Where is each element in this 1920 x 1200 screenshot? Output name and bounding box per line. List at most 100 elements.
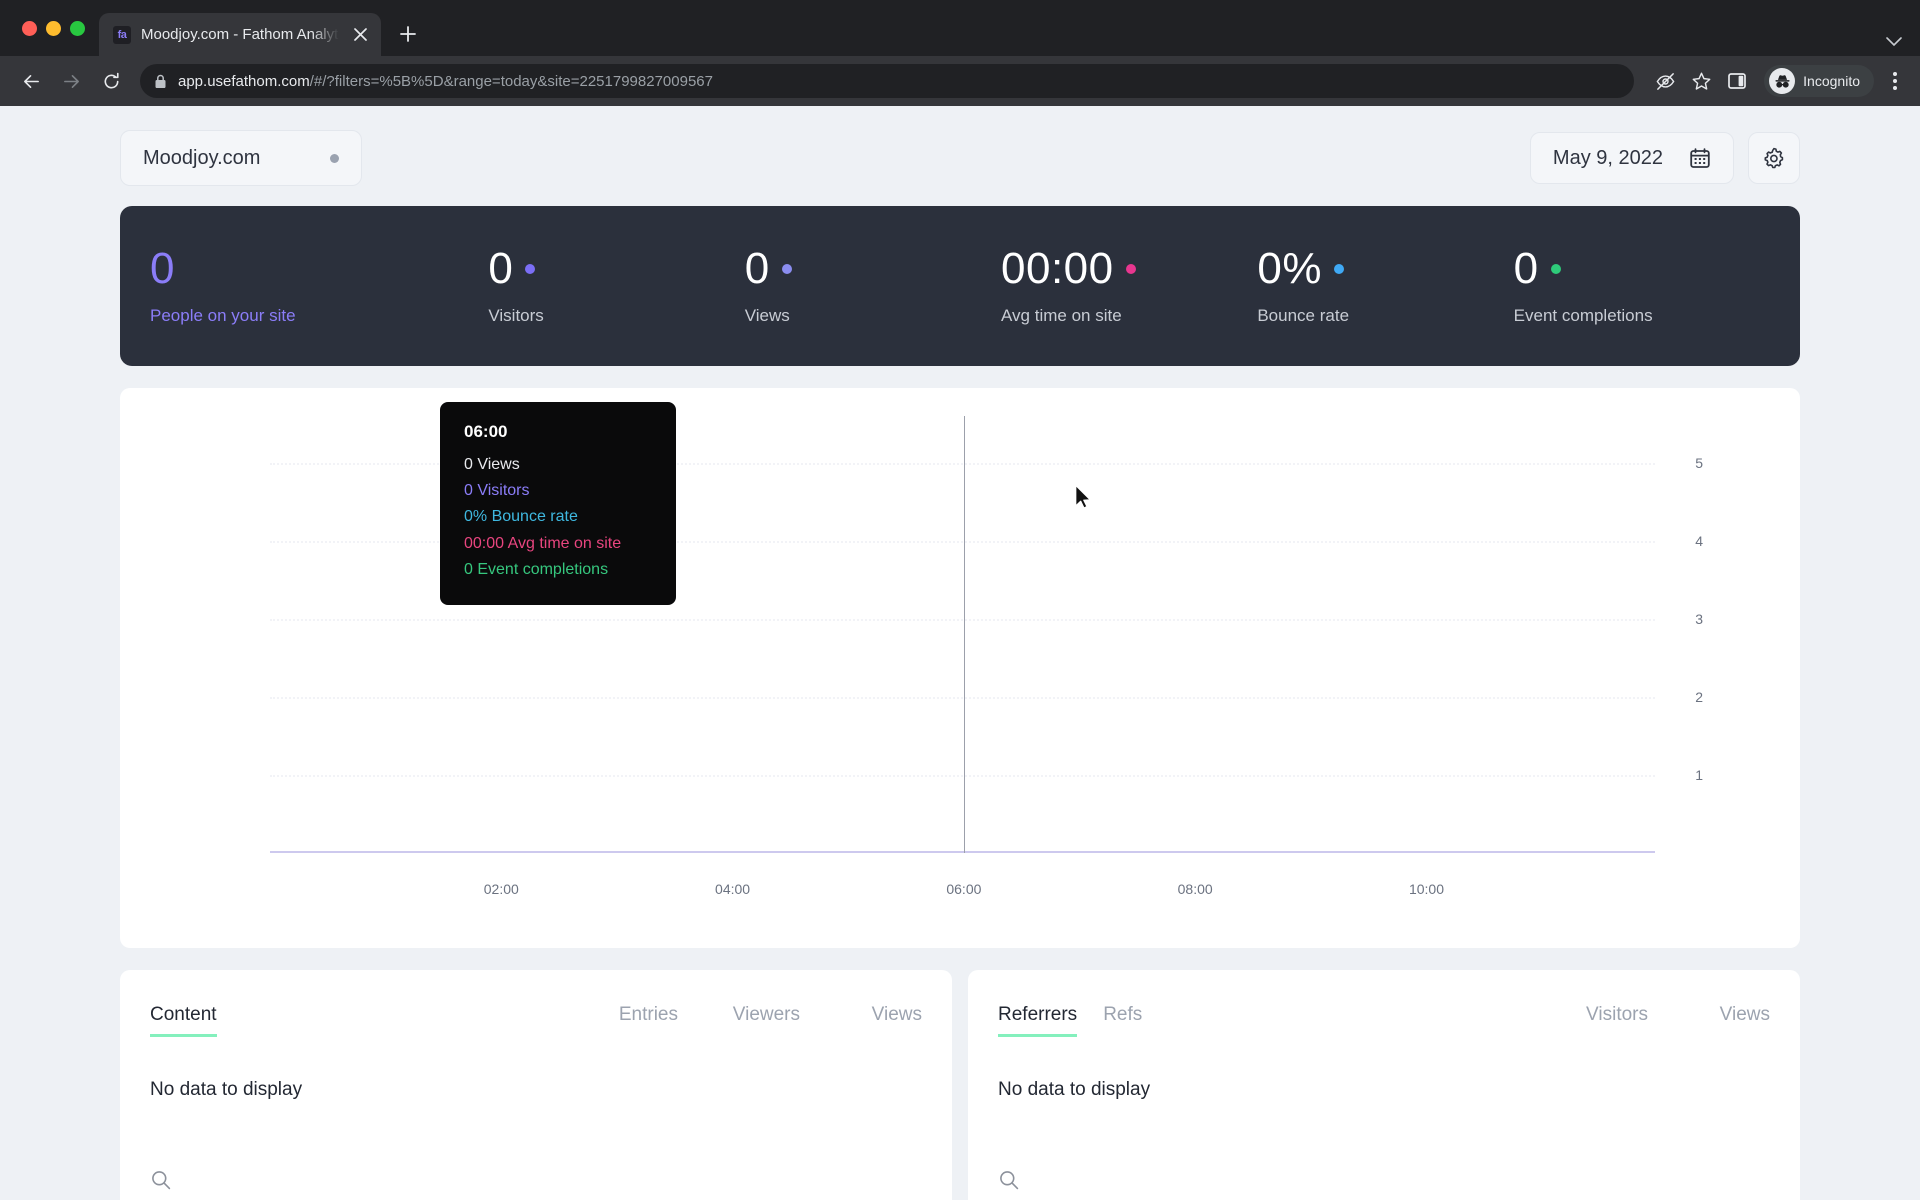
browser-menu-kebab-icon[interactable]: [1880, 64, 1910, 98]
tab-content[interactable]: Content: [150, 1004, 217, 1037]
column-entries[interactable]: Entries: [582, 1004, 678, 1026]
page-viewport: Moodjoy.com May 9, 2022 0 People on your…: [0, 106, 1920, 1200]
bookmark-star-icon[interactable]: [1684, 64, 1718, 98]
forward-button[interactable]: [54, 64, 88, 98]
chart-gridline: [270, 697, 1655, 700]
content-panel-columns: Entries Viewers Views: [582, 1004, 922, 1026]
chart-tooltip: 06:00 0 Views 0 Visitors 0% Bounce rate …: [440, 402, 676, 606]
stat-event-completions[interactable]: 0 Event completions: [1513, 243, 1770, 326]
stat-value-row: 00:00: [1001, 246, 1257, 291]
minimize-window-button[interactable]: [46, 20, 61, 36]
tooltip-time: 06:00: [464, 422, 508, 441]
toolbar-actions: Incognito: [1648, 64, 1910, 98]
stat-label: Avg time on site: [1001, 305, 1122, 325]
dashboard-page: Moodjoy.com May 9, 2022 0 People on your…: [0, 106, 1920, 1200]
content-panel: Content Entries Viewers Views No data to…: [120, 970, 952, 1200]
bottom-panels: Content Entries Viewers Views No data to…: [120, 970, 1800, 1200]
browser-toolbar: app.usefathom.com/#/?filters=%5B%5D&rang…: [0, 56, 1920, 106]
content-search-button[interactable]: [150, 1169, 172, 1196]
y-axis-tick-label: 2: [1695, 689, 1703, 706]
stat-color-dot: [1333, 263, 1344, 274]
stat-value: 0: [744, 243, 770, 293]
app-header: Moodjoy.com May 9, 2022: [120, 130, 1800, 186]
settings-button[interactable]: [1748, 132, 1800, 184]
gear-icon: [1764, 147, 1784, 169]
stat-bounce-rate[interactable]: 0% Bounce rate: [1257, 243, 1513, 326]
stat-views[interactable]: 0 Views: [744, 243, 1001, 326]
content-panel-tabs: Content: [150, 1004, 217, 1037]
y-axis-tick-label: 4: [1695, 533, 1703, 550]
incognito-icon: [1769, 68, 1796, 94]
site-selector[interactable]: Moodjoy.com: [120, 130, 362, 186]
chart-baseline: [270, 851, 1655, 853]
tracking-protection-eye-slash-icon[interactable]: [1648, 64, 1682, 98]
y-axis-tick-label: 3: [1695, 611, 1703, 628]
browser-tab[interactable]: fa Moodjoy.com - Fathom Analytics: [99, 13, 381, 56]
x-axis-tick-label: 02:00: [483, 881, 519, 897]
tab-referrers[interactable]: Referrers: [998, 1004, 1078, 1037]
chart-gridline: [270, 775, 1655, 778]
favicon-icon: fa: [113, 25, 131, 44]
window-controls: [14, 0, 99, 56]
incognito-profile-button[interactable]: Incognito: [1764, 65, 1874, 97]
x-axis-tick-label: 04:00: [715, 881, 751, 897]
stat-value: 0: [150, 243, 175, 293]
date-range-label: May 9, 2022: [1552, 146, 1663, 169]
site-status-dot: [330, 153, 339, 163]
search-icon: [1000, 1171, 1019, 1190]
address-bar[interactable]: app.usefathom.com/#/?filters=%5B%5D&rang…: [140, 64, 1635, 98]
maximize-window-button[interactable]: [70, 20, 85, 36]
tooltip-row-avg-time: 00:00 Avg time on site: [464, 534, 622, 552]
stat-avg-time-on-site[interactable]: 00:00 Avg time on site: [1001, 246, 1257, 326]
y-axis-tick-label: 5: [1695, 455, 1703, 472]
reload-button[interactable]: [94, 64, 128, 98]
referrers-empty-state: No data to display: [998, 1079, 1151, 1100]
column-viewers[interactable]: Viewers: [704, 1004, 800, 1026]
url-path: /#/?filters=%5B%5D&range=today&site=2251…: [309, 72, 713, 90]
stat-label: Bounce rate: [1257, 305, 1350, 325]
stat-value-row: 0%: [1257, 243, 1513, 293]
tab-search-chevron-down-icon[interactable]: [1886, 37, 1902, 47]
referrers-search-button[interactable]: [998, 1169, 1020, 1196]
referrers-panel-columns: Visitors Views: [1552, 1004, 1770, 1026]
header-actions: May 9, 2022: [1529, 132, 1800, 184]
timeseries-chart-card: 1 2 3 4 5 02:00 04:00 06:00 08:00 10:00 06:00 0 V…: [120, 388, 1800, 948]
tab-strip: fa Moodjoy.com - Fathom Analytics: [0, 0, 1920, 56]
new-tab-icon[interactable]: [391, 17, 425, 51]
stat-value-row: 0: [1513, 243, 1770, 293]
x-axis-tick-label: 08:00: [1177, 881, 1213, 897]
tab-refs[interactable]: Refs: [1103, 1004, 1142, 1037]
column-views[interactable]: Views: [826, 1004, 922, 1026]
site-name: Moodjoy.com: [143, 146, 261, 169]
stat-value: 0: [488, 243, 514, 293]
column-visitors[interactable]: Visitors: [1552, 1004, 1648, 1026]
favicon-text: fa: [117, 28, 127, 41]
close-window-button[interactable]: [22, 20, 37, 36]
stat-label: People on your site: [150, 305, 296, 325]
close-tab-icon[interactable]: [349, 24, 371, 46]
calendar-icon: [1690, 148, 1710, 168]
stat-value: 0%: [1257, 243, 1322, 293]
referrers-panel-tabs: Referrers Refs: [998, 1004, 1142, 1037]
stat-value-row: 0: [150, 243, 488, 293]
stat-value-row: 0: [744, 243, 1001, 293]
incognito-label: Incognito: [1803, 73, 1860, 89]
stat-label: Visitors: [488, 305, 544, 325]
side-panel-icon[interactable]: [1720, 64, 1754, 98]
stat-value: 0: [1513, 243, 1539, 293]
lock-icon: [155, 74, 166, 88]
column-views[interactable]: Views: [1674, 1004, 1770, 1026]
back-button[interactable]: [14, 64, 48, 98]
url-text: app.usefathom.com/#/?filters=%5B%5D&rang…: [178, 73, 713, 90]
tooltip-row-visitors: 0 Visitors: [464, 482, 530, 500]
tooltip-row-bounce-rate: 0% Bounce rate: [464, 508, 578, 526]
chart-gridline: [270, 619, 1655, 622]
tooltip-row-views: 0 Views: [464, 456, 520, 473]
stat-visitors[interactable]: 0 Visitors: [488, 243, 744, 326]
date-range-picker[interactable]: May 9, 2022: [1529, 132, 1734, 184]
stats-bar: 0 People on your site 0 Visitors 0 Views…: [120, 206, 1800, 366]
search-icon: [152, 1171, 171, 1190]
stat-label: Event completions: [1513, 305, 1653, 325]
tab-title: Moodjoy.com - Fathom Analytics: [141, 26, 339, 43]
stat-people-on-site[interactable]: 0 People on your site: [150, 243, 488, 326]
